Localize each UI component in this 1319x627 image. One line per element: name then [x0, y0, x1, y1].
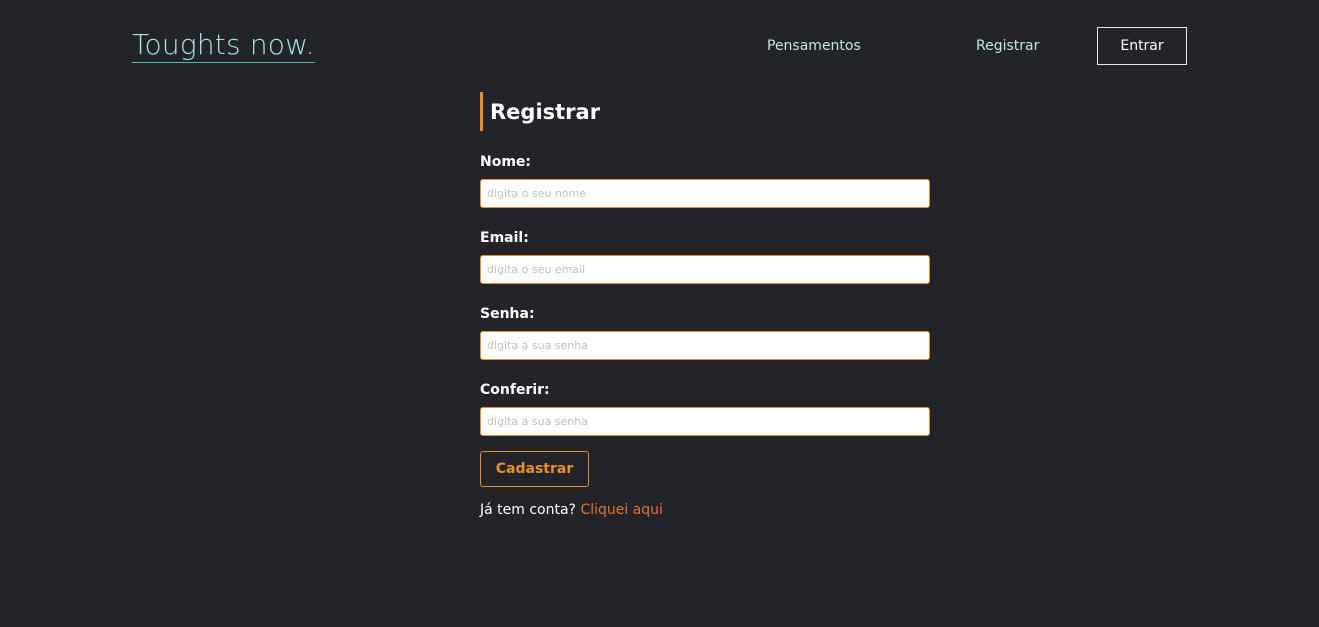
cadastrar-button[interactable]: Cadastrar: [480, 451, 589, 487]
name-input[interactable]: [480, 179, 930, 208]
name-label: Nome:: [480, 154, 532, 170]
confirm-password-label: Conferir:: [480, 382, 550, 398]
email-label: Email:: [480, 230, 529, 246]
email-input[interactable]: [480, 255, 930, 284]
nav-link-registrar[interactable]: Registrar: [976, 38, 1039, 54]
register-form: Registrar Nome: Email: Senha: Conferir: …: [480, 92, 930, 518]
login-link[interactable]: Cliquei aqui: [580, 502, 663, 518]
nav-entrar-button[interactable]: Entrar: [1097, 27, 1187, 65]
login-prompt: Já tem conta? Cliquei aqui: [480, 502, 930, 518]
password-input[interactable]: [480, 331, 930, 360]
confirm-password-input[interactable]: [480, 407, 930, 436]
login-prompt-text: Já tem conta?: [480, 502, 576, 518]
logo-link[interactable]: Toughts now.: [132, 28, 315, 63]
page-title: Registrar: [480, 92, 930, 131]
password-label: Senha:: [480, 306, 535, 322]
nav-link-pensamentos[interactable]: Pensamentos: [767, 38, 861, 54]
